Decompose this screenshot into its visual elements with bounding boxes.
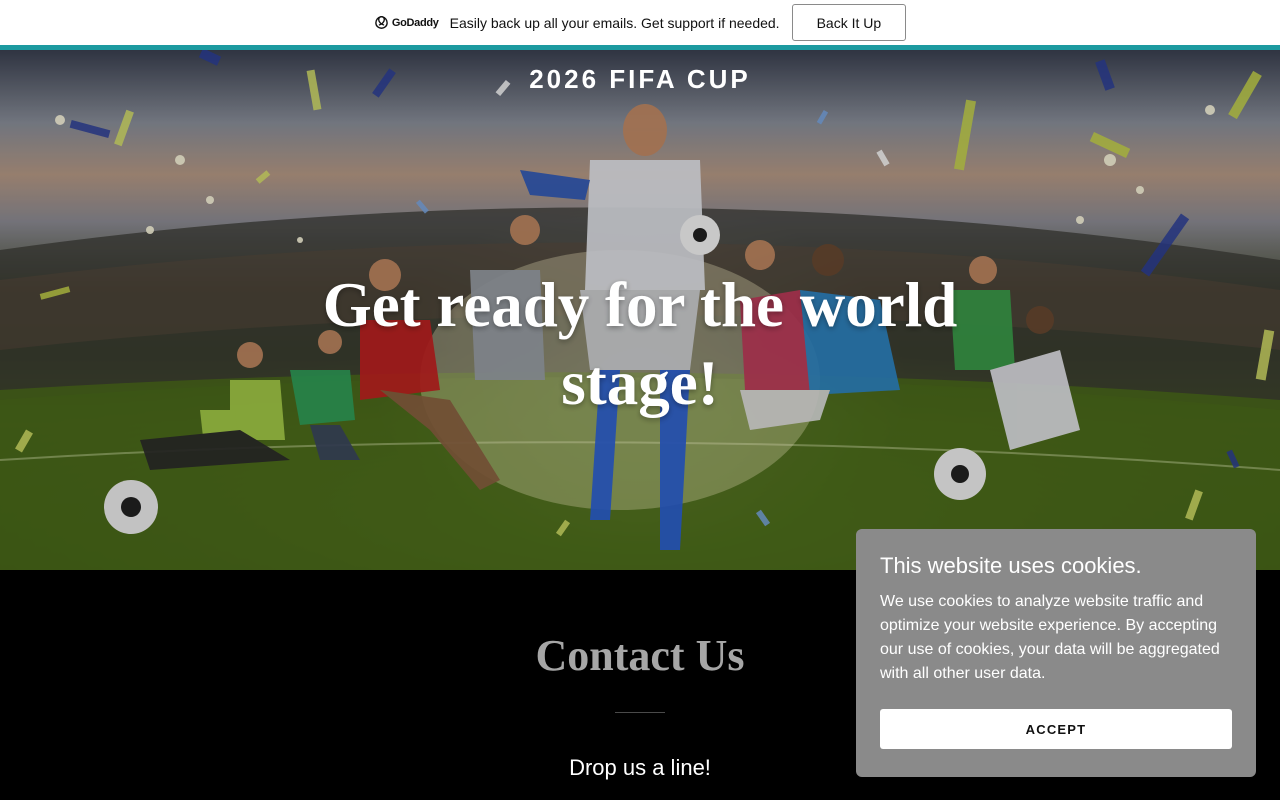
back-it-up-button[interactable]: Back It Up [791,4,907,41]
cookie-banner: This website uses cookies. We use cookie… [856,529,1256,777]
cookie-title: This website uses cookies. [880,553,1142,578]
site-title[interactable]: 2026 FIFA CUP [0,64,1280,95]
section-divider [615,712,665,713]
promo-message: Easily back up all your emails. Get supp… [449,14,780,31]
hero-section: 2026 FIFA CUP Get ready for the world st… [0,50,1280,570]
hero-headline: Get ready for the world stage! [322,270,958,418]
promo-bar: GoDaddy Easily back up all your emails. … [0,0,1280,45]
godaddy-logo-icon [375,16,388,29]
accept-cookies-button[interactable]: ACCEPT [880,709,1232,749]
brand-logo[interactable]: GoDaddy [374,15,439,30]
cookie-body: We use cookies to analyze website traffi… [880,593,1220,682]
brand-name: GoDaddy [391,16,439,29]
